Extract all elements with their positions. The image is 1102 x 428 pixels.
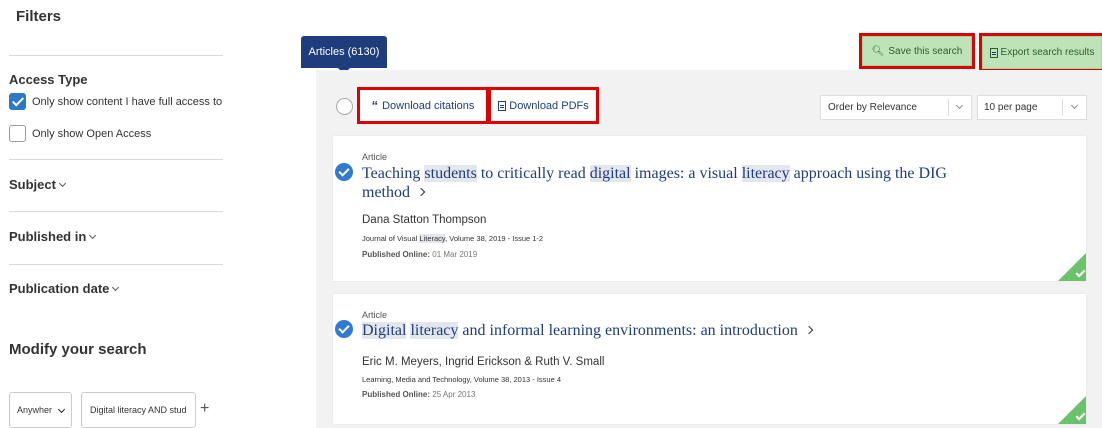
save-search-label: Save this search bbox=[888, 45, 963, 57]
divider bbox=[9, 211, 223, 212]
title-highlight: digital bbox=[589, 165, 631, 182]
title-part: images: a visual bbox=[630, 165, 742, 182]
filters-sidebar: Filters Access Type Only show content I … bbox=[0, 0, 230, 428]
journal-text: , Volume 38, 2019 - Issue 1-2 bbox=[445, 234, 544, 243]
download-citations-button[interactable]: “ Download citations bbox=[357, 87, 489, 124]
title-highlight: literacy bbox=[410, 322, 459, 339]
result-card: Article Teaching students to critically … bbox=[333, 136, 1086, 281]
download-pdfs-label: Download PDFs bbox=[509, 99, 589, 112]
result-published-date: Published Online: 01 Mar 2019 bbox=[362, 250, 477, 259]
published-value: 01 Mar 2019 bbox=[430, 250, 478, 259]
result-card: Article Digital literacy and informal le… bbox=[333, 294, 1086, 424]
export-results-button[interactable]: Export search results bbox=[979, 33, 1102, 72]
published-label: Published Online: bbox=[362, 390, 431, 399]
open-access-filter[interactable]: Only show Open Access bbox=[9, 125, 151, 142]
chevron-down-icon bbox=[955, 101, 964, 110]
open-access-label: Only show Open Access bbox=[32, 127, 152, 140]
filters-title: Filters bbox=[16, 8, 62, 25]
result-select-checkbox[interactable] bbox=[335, 163, 353, 181]
result-published-date: Published Online: 25 Apr 2013 bbox=[362, 390, 475, 399]
title-part: method bbox=[362, 184, 410, 201]
search-icon: 🔍︎ bbox=[871, 45, 885, 57]
order-by-value: Order by Relevance bbox=[828, 102, 917, 113]
open-access-checkbox[interactable] bbox=[9, 125, 26, 142]
download-pdfs-button[interactable]: Download PDFs bbox=[488, 87, 599, 124]
search-field-value: Anywher bbox=[17, 405, 53, 415]
title-highlight: literacy bbox=[741, 165, 790, 182]
result-journal[interactable]: Journal of Visual Literacy, Volume 38, 2… bbox=[362, 234, 543, 243]
document-icon bbox=[498, 100, 507, 111]
select-divider bbox=[948, 99, 949, 116]
journal-highlight: Literacy bbox=[419, 234, 446, 243]
access-type-title: Access Type bbox=[9, 72, 88, 87]
result-journal[interactable]: Learning, Media and Technology, Volume 3… bbox=[362, 375, 561, 384]
chevron-right-icon bbox=[416, 187, 426, 197]
result-select-checkbox[interactable] bbox=[335, 320, 353, 338]
add-search-term-button[interactable]: + bbox=[200, 400, 209, 418]
divider bbox=[9, 264, 223, 265]
published-in-filter-label: Published in bbox=[9, 229, 87, 244]
result-type: Article bbox=[362, 310, 388, 320]
result-authors[interactable]: Eric M. Meyers, Ingrid Erickson & Ruth V… bbox=[362, 356, 604, 368]
search-field-select[interactable]: Anywher bbox=[9, 392, 72, 428]
chevron-down-icon bbox=[89, 231, 97, 240]
select-divider bbox=[1062, 99, 1063, 116]
title-highlight: Digital bbox=[362, 322, 407, 339]
result-title-link[interactable]: Teaching students to critically read dig… bbox=[362, 164, 1062, 202]
search-query-input[interactable]: Digital literacy AND stud bbox=[81, 392, 196, 428]
per-page-value: 10 per page bbox=[984, 102, 1038, 113]
chevron-down-icon bbox=[57, 405, 66, 414]
published-in-filter-toggle[interactable]: Published in bbox=[9, 229, 97, 244]
modify-search-title: Modify your search bbox=[9, 341, 147, 358]
order-by-select[interactable]: Order by Relevance bbox=[820, 95, 972, 120]
publication-date-filter-label: Publication date bbox=[9, 281, 110, 296]
result-authors[interactable]: Dana Statton Thompson bbox=[362, 214, 486, 226]
chevron-down-icon bbox=[1070, 101, 1079, 110]
per-page-select[interactable]: 10 per page bbox=[977, 95, 1087, 120]
save-search-button[interactable]: 🔍︎ Save this search bbox=[859, 33, 975, 69]
subject-filter-label: Subject bbox=[9, 177, 56, 192]
chevron-down-icon bbox=[58, 179, 67, 188]
select-all-radio[interactable] bbox=[336, 98, 353, 115]
published-value: 25 Apr 2013 bbox=[430, 390, 476, 399]
publication-date-filter-toggle[interactable]: Publication date bbox=[9, 281, 120, 296]
tab-articles[interactable]: Articles (6130) bbox=[301, 36, 387, 74]
divider bbox=[9, 159, 223, 160]
quote-icon: “ bbox=[371, 98, 379, 113]
title-highlight: students bbox=[424, 165, 477, 182]
divider bbox=[9, 55, 223, 56]
result-type: Article bbox=[362, 152, 388, 162]
chevron-right-icon bbox=[804, 325, 814, 335]
chevron-down-icon bbox=[112, 283, 120, 292]
full-access-filter[interactable]: Only show content I have full access to bbox=[9, 93, 222, 110]
journal-text: Journal of Visual bbox=[362, 234, 420, 243]
document-icon bbox=[989, 47, 998, 58]
subject-filter-toggle[interactable]: Subject bbox=[9, 177, 67, 192]
published-label: Published Online: bbox=[362, 250, 431, 259]
result-title-link[interactable]: Digital literacy and informal learning e… bbox=[362, 321, 1062, 340]
title-part: and informal learning environments: an i… bbox=[458, 322, 798, 339]
download-citations-label: Download citations bbox=[382, 99, 475, 112]
full-access-checkbox[interactable] bbox=[9, 93, 26, 110]
title-part: approach using the DIG bbox=[789, 165, 947, 182]
export-results-label: Export search results bbox=[1000, 47, 1095, 58]
title-part: Teaching bbox=[362, 165, 425, 182]
title-part: to critically read bbox=[476, 165, 590, 182]
full-access-label: Only show content I have full access to bbox=[32, 95, 223, 108]
